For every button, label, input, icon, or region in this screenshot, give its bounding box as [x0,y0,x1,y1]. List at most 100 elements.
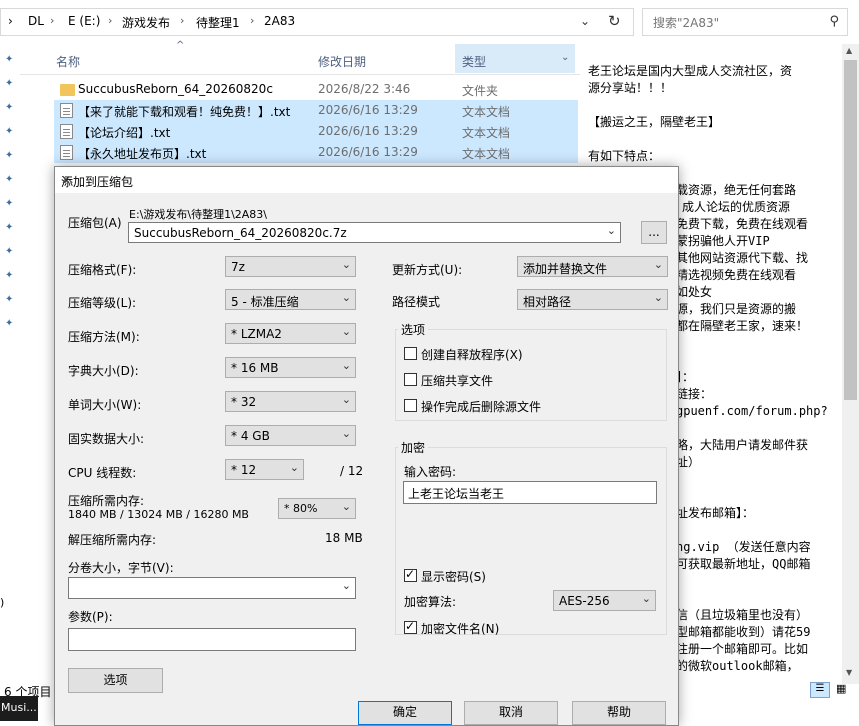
encrypt-names-checkbox[interactable] [404,619,417,634]
scroll-up-icon[interactable]: ▲ [846,46,852,55]
preview-line: 老王论坛是国内大型成人交流社区，资 [588,64,793,78]
text-file-icon [60,124,73,139]
chevron-down-icon[interactable]: ⌄ [654,258,663,271]
list-item[interactable]: 【来了就能下载和观看！纯免费！】.txt 2026/6/16 13:29 文本文… [54,100,578,121]
search-box[interactable]: ⚲ [642,8,848,36]
pin-icon[interactable]: ✦ [5,270,13,281]
solid-size-label: 固实数据大小: [68,432,145,446]
update-mode-select[interactable]: 添加并替换文件 ⌄ [517,256,668,277]
archive-name: SuccubusReborn_64_20260820c.7z [134,226,347,240]
breadcrumb-folder-2[interactable]: 待整理1 [196,14,240,31]
chevron-down-icon[interactable]: ⌄ [342,258,351,271]
preview-line: gpuenf.com/forum.php? [676,404,828,418]
search-icon[interactable]: ⚲ [829,14,839,29]
path-mode-select[interactable]: 相对路径 ⌄ [517,289,668,310]
chevron-down-icon[interactable]: ⌄ [342,325,351,338]
close-icon[interactable]: ✕ [61,173,670,187]
tiles-view-icon[interactable]: ▦ [836,682,846,695]
chevron-down-icon[interactable]: ⌄ [342,359,351,372]
ok-button[interactable]: 确定 [358,701,452,725]
chevron-down-icon[interactable]: ⌄ [290,461,299,474]
options-button[interactable]: 选项 [68,668,163,693]
dialog-titlebar[interactable]: 添加到压缩包 ✕ [55,167,678,193]
parameters-input[interactable] [68,628,356,651]
breadcrumb-dl[interactable]: DL [28,14,44,28]
options-group-title: 选项 [398,321,429,338]
breadcrumb-chevron-icon[interactable]: › [8,14,13,28]
solid-size-select[interactable]: * 4 GB ⌄ [225,425,356,446]
column-name[interactable]: 名称 [56,53,80,70]
sfx-checkbox[interactable] [404,347,417,360]
list-item[interactable]: 【论坛介绍】.txt 2026/6/16 13:29 文本文档 [54,121,578,142]
dropdown-chevron-icon[interactable]: ⌄ [580,14,590,28]
chevron-right-icon: › [108,14,113,27]
file-type: 文本文档 [462,105,511,119]
list-item[interactable]: 【永久地址发布页】.txt 2026/6/16 13:29 文本文档 [54,142,578,163]
cancel-button[interactable]: 取消 [464,701,558,725]
chevron-right-icon: › [250,14,255,27]
chevron-down-icon[interactable]: ⌄ [607,224,616,237]
preview-line: 蒙拐骗他人开VIP [676,234,770,248]
pin-icon[interactable]: ✦ [5,222,13,233]
cpu-threads-select[interactable]: * 12 ⌄ [225,459,304,480]
breadcrumb-folder-3[interactable]: 2A83 [264,14,295,28]
pin-icon[interactable]: ✦ [5,102,13,113]
chevron-down-icon[interactable]: ⌄ [342,579,351,592]
format-label: 压缩格式(F): [68,263,137,277]
pin-icon[interactable]: ✦ [5,246,13,257]
search-input[interactable] [651,10,825,36]
chevron-down-icon[interactable]: ⌄ [642,592,651,605]
pin-icon[interactable]: ✦ [5,294,13,305]
dictionary-select[interactable]: * 16 MB ⌄ [225,357,356,378]
chevron-down-icon[interactable]: ⌄ [342,393,351,406]
shared-files-checkbox[interactable] [404,373,417,386]
list-item[interactable]: SuccubusReborn_64_20260820c 2026/8/22 3:… [54,79,578,100]
pin-icon[interactable]: ✦ [5,174,13,185]
column-date[interactable]: 修改日期 [318,53,366,70]
show-password-label: 显示密码(S) [421,570,486,584]
chevron-down-icon[interactable]: ⌄ [561,52,569,63]
pin-icon[interactable]: ✦ [5,78,13,89]
level-select[interactable]: 5 - 标准压缩 ⌄ [225,289,356,310]
update-mode-label: 更新方式(U): [392,263,463,277]
pin-icon[interactable]: ✦ [5,126,13,137]
scroll-down-icon[interactable]: ▼ [846,668,852,677]
cpu-threads-value: * 12 [231,463,257,477]
file-date: 2026/6/16 13:29 [318,103,418,117]
pin-icon[interactable]: ✦ [5,150,13,161]
memory-percent-select[interactable]: * 80% ⌄ [278,498,356,519]
password-input[interactable]: 上老王论坛当老王 [403,481,657,504]
taskbar-button[interactable]: Musi... [0,696,38,721]
breadcrumb-folder-1[interactable]: 游戏发布 [122,14,170,31]
sort-up-icon: ^ [176,40,185,51]
encryption-method-select[interactable]: AES-256 ⌄ [553,590,656,611]
delete-after-checkbox[interactable] [404,399,417,412]
file-name: 【论坛介绍】.txt [78,126,171,140]
chevron-down-icon[interactable]: ⌄ [342,500,351,513]
method-select[interactable]: * LZMA2 ⌄ [225,323,356,344]
show-password-checkbox[interactable] [404,567,417,582]
browse-button[interactable]: ... [641,221,667,244]
pin-icon[interactable]: ✦ [5,198,13,209]
help-button[interactable]: 帮助 [572,701,666,725]
column-type[interactable]: 类型 [462,53,486,70]
preview-line: 可获取最新地址，QQ邮箱 [676,557,811,571]
refresh-icon[interactable]: ↻ [608,12,621,30]
archive-name-combo[interactable]: SuccubusReborn_64_20260820c.7z ⌄ [128,222,621,243]
pin-icon[interactable]: ✦ [5,54,13,65]
cpu-threads-label: CPU 线程数: [68,466,137,480]
breadcrumb-drive[interactable]: E (E:) [68,14,100,28]
details-view-icon[interactable]: ☰ [810,682,830,698]
add-to-archive-dialog: 添加到压缩包 ✕ 压缩包(A) E:\游戏发布\待整理1\2A83\ Succu… [54,166,679,726]
chevron-down-icon[interactable]: ⌄ [342,291,351,304]
split-size-combo[interactable]: ⌄ [68,577,356,599]
decompress-memory-value: 18 MB [325,531,363,545]
scrollbar-thumb[interactable] [844,60,857,400]
preview-line: 址发布邮箱】： [676,506,755,520]
chevron-down-icon[interactable]: ⌄ [654,291,663,304]
chevron-down-icon[interactable]: ⌄ [342,427,351,440]
preview-line: 成人论坛的优质资源 [682,200,791,214]
word-size-select[interactable]: * 32 ⌄ [225,391,356,412]
pin-icon[interactable]: ✦ [5,318,13,329]
format-select[interactable]: 7z ⌄ [225,256,356,277]
